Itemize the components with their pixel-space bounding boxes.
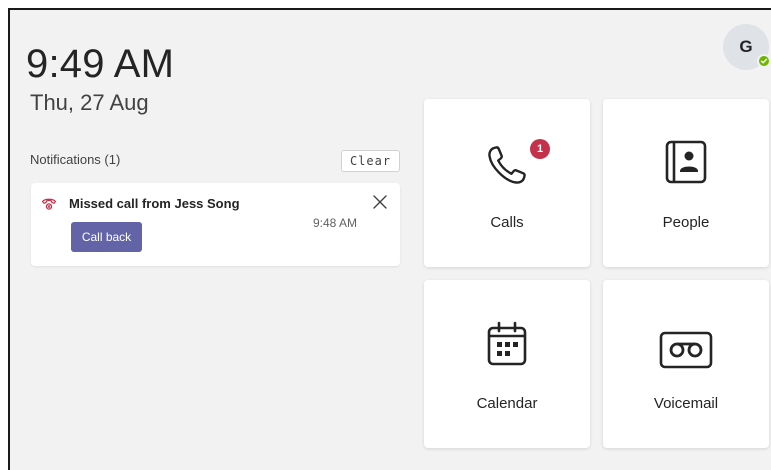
calendar-icon	[487, 321, 527, 366]
home-screen: 9:49 AM Thu, 27 Aug G Notifications (1) …	[8, 8, 771, 470]
presence-available-icon	[757, 54, 771, 68]
tile-calendar[interactable]: Calendar	[424, 280, 590, 448]
avatar-initial: G	[739, 37, 753, 56]
tile-calls[interactable]: 1 Calls	[424, 99, 590, 267]
calls-badge: 1	[530, 139, 550, 159]
tile-calendar-label: Calendar	[476, 395, 538, 412]
tile-voicemail-label: Voicemail	[653, 395, 719, 412]
tile-people[interactable]: People	[603, 99, 769, 267]
clock-date: Thu, 27 Aug	[30, 90, 149, 115]
notification-card: Missed call from Jess Song 9:48 AM Call …	[31, 183, 400, 266]
clock-time: 9:49 AM	[26, 42, 175, 86]
user-avatar[interactable]: G	[723, 24, 771, 70]
call-back-button[interactable]: Call back	[71, 222, 142, 252]
tile-voicemail[interactable]: Voicemail	[603, 280, 769, 448]
contacts-book-icon	[665, 140, 707, 184]
tile-people-label: People	[662, 214, 710, 231]
phone-icon	[488, 146, 526, 184]
missed-call-icon	[41, 198, 57, 210]
notification-time: 9:48 AM	[313, 216, 358, 230]
notifications-heading: Notifications (1)	[30, 152, 121, 167]
dismiss-notification-icon[interactable]	[370, 192, 390, 212]
tile-calls-label: Calls	[490, 214, 524, 231]
clear-notifications-button[interactable]: Clear	[341, 150, 400, 172]
notification-text: Missed call from Jess Song	[69, 196, 240, 211]
voicemail-icon	[659, 331, 713, 369]
